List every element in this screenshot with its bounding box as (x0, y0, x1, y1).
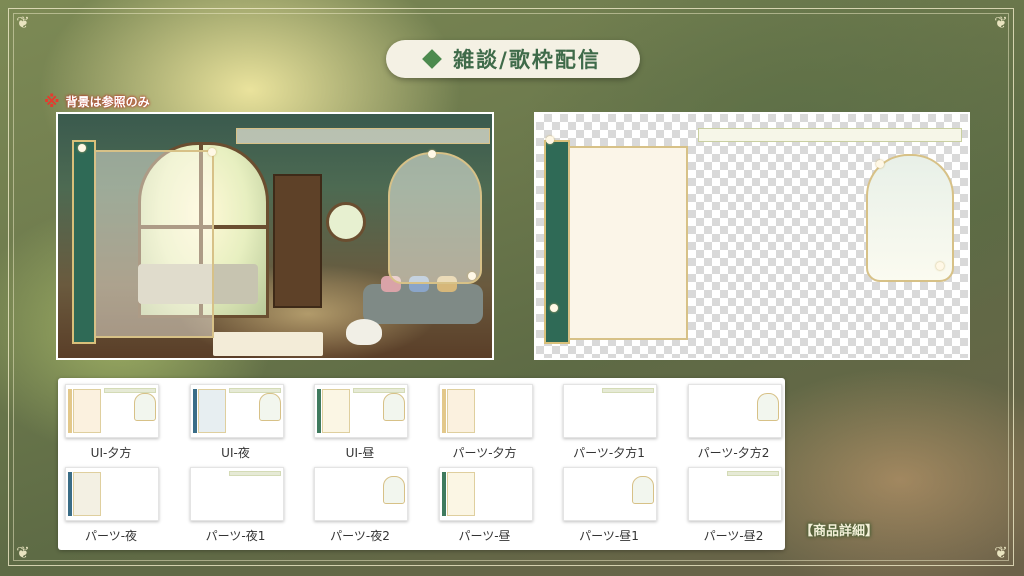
reference-note: ※ 背景は参照のみ (44, 92, 150, 111)
thumbnail-label: パーツ-夜2 (330, 529, 390, 543)
thumbnail-image (314, 467, 408, 521)
flower-icon (78, 144, 86, 152)
thumbnail-label: パーツ-昼2 (703, 529, 764, 543)
thumbnail-image (687, 384, 782, 438)
thumbnail-image (438, 384, 533, 438)
flower-icon (428, 150, 436, 158)
thumbnail-label: パーツ-夕方2 (697, 446, 770, 460)
thumbnail-image (687, 467, 782, 521)
mini-side-pillar (68, 472, 72, 516)
thumbnail-item[interactable]: UI-昼 (311, 384, 409, 461)
overlay-side-pillar (72, 140, 96, 344)
open-book (213, 332, 323, 356)
thumbnail-image (65, 384, 159, 438)
thumbnail-item[interactable]: パーツ-夕方 (436, 384, 534, 461)
mini-title-bar (602, 388, 654, 393)
mini-title-bar (228, 471, 281, 476)
thumbnail-label: パーツ-夜 (84, 529, 138, 543)
thumbnail-image (563, 384, 657, 438)
thumbnail-item[interactable]: パーツ-昼 (436, 467, 534, 544)
thumbnail-item[interactable]: パーツ-夜1 (187, 467, 285, 544)
thumbnail-label: パーツ-夕方 (452, 446, 517, 460)
diamond-icon (422, 49, 443, 69)
overlay-panel (94, 150, 214, 338)
thumbnail-label: UI-夜 (221, 446, 250, 460)
flower-icon (546, 136, 554, 144)
thumbnail-item[interactable]: UI-夜 (187, 384, 285, 461)
corner-leaf-icon: ❦ (994, 543, 1008, 562)
mini-panel (197, 389, 226, 433)
thumbnail-image (563, 467, 657, 521)
thumbnail-label: パーツ-夜1 (205, 529, 266, 543)
flower-icon (208, 148, 216, 156)
sofa (363, 276, 483, 324)
thumbnail-item[interactable]: パーツ-昼1 (560, 467, 658, 544)
mini-arch-frame (258, 393, 281, 421)
transparent-preview-image (534, 112, 970, 360)
thumbnail-item[interactable]: パーツ-夕方2 (685, 384, 783, 461)
mini-panel (446, 389, 475, 433)
mini-arch-frame (383, 393, 405, 421)
round-window (326, 202, 366, 242)
corner-leaf-icon: ❦ (994, 13, 1008, 32)
mini-side-pillar (317, 389, 321, 433)
mini-side-pillar (441, 472, 446, 516)
thumbnail-grid: UI-夕方 UI-夜 UI-昼 パーツ-夕方 パーツ-夕方1 パーツ-夕方2 パーツ-夜 パー… (58, 378, 785, 550)
mini-arch-frame (756, 393, 779, 421)
title-banner: 雑談/歌枠配信 (386, 40, 640, 78)
note-text: 背景は参照のみ (65, 95, 150, 109)
teapot (346, 319, 382, 345)
mini-side-pillar (68, 389, 72, 433)
overlay-side-pillar (544, 140, 570, 344)
mini-panel (446, 472, 475, 516)
page-title: 雑談/歌枠配信 (453, 47, 601, 72)
thumbnail-label: パーツ-昼 (458, 529, 511, 543)
mini-side-pillar (441, 389, 446, 433)
product-detail-link[interactable]: 【商品詳細】 (800, 520, 878, 539)
flower-icon (550, 304, 558, 312)
thumbnail-label: UI-昼 (345, 446, 375, 460)
scene-preview-image (56, 112, 494, 360)
flower-icon (936, 262, 944, 270)
mini-panel (322, 389, 350, 433)
flower-icon (468, 272, 476, 280)
thumbnail-item[interactable]: パーツ-夕方1 (560, 384, 658, 461)
corner-leaf-icon: ❦ (16, 13, 30, 32)
overlay-title-bar (236, 128, 490, 144)
corner-leaf-icon: ❦ (16, 543, 30, 562)
mini-panel (73, 389, 101, 433)
thumbnail-image (314, 384, 408, 438)
thumbnail-image (189, 384, 284, 438)
mini-arch-frame (383, 476, 405, 504)
mini-panel (73, 472, 101, 516)
mini-side-pillar (192, 389, 197, 433)
thumbnail-label: パーツ-昼1 (579, 529, 639, 543)
mini-arch-frame (632, 476, 654, 504)
thumbnail-item[interactable]: UI-夕方 (62, 384, 160, 461)
thumbnail-item[interactable]: パーツ-昼2 (685, 467, 783, 544)
asterisk-icon: ※ (44, 92, 60, 111)
flower-icon (876, 160, 884, 168)
thumbnail-image (189, 467, 284, 521)
thumbnail-item[interactable]: パーツ-夜2 (311, 467, 409, 544)
bookshelf (273, 174, 322, 308)
mini-title-bar (726, 471, 779, 476)
thumbnail-image (65, 467, 159, 521)
overlay-title-bar (698, 128, 962, 142)
thumbnail-label: パーツ-夕方1 (573, 446, 645, 460)
thumbnail-label: UI-夕方 (90, 446, 132, 460)
thumbnail-image (438, 467, 533, 521)
overlay-arch-frame (388, 152, 482, 284)
thumbnail-item[interactable]: パーツ-夜 (62, 467, 160, 544)
mini-arch-frame (134, 393, 156, 421)
overlay-panel (568, 146, 688, 340)
